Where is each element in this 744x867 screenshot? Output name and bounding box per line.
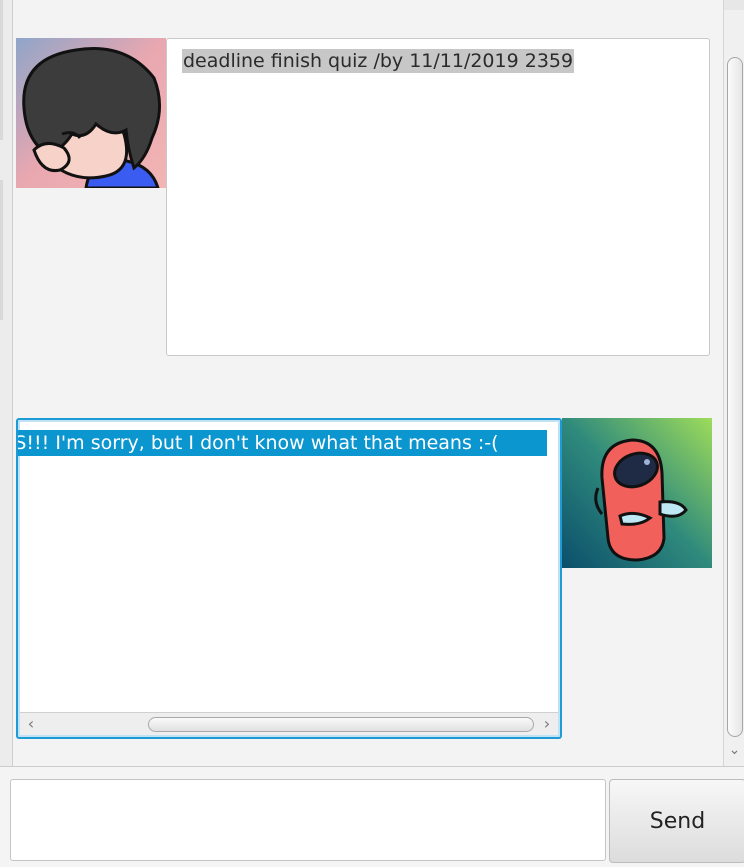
horizontal-scrollbar[interactable]: ‹ › [20, 712, 558, 735]
user-input-field[interactable] [10, 779, 606, 861]
duke-message-bubble[interactable]: OOPS!!! I'm sorry, but I don't know what… [16, 418, 562, 739]
user-message-bubble[interactable]: deadline finish quiz /by 11/11/2019 2359 [166, 38, 710, 356]
scroll-left-arrow-icon[interactable]: ‹ [20, 713, 42, 735]
user-message-text[interactable]: deadline finish quiz /by 11/11/2019 2359 [182, 49, 575, 73]
input-bar: Send [0, 766, 744, 867]
scroll-track-top [724, 0, 744, 10]
left-edge-mark [0, 180, 3, 320]
duke-avatar [562, 418, 712, 568]
scroll-right-arrow-icon[interactable]: › [536, 713, 558, 735]
duke-message-text-content: OOPS!!! I'm sorry, but I don't know what… [17, 432, 499, 454]
send-button[interactable]: Send [609, 779, 744, 863]
left-edge-mark [0, 0, 3, 140]
horizontal-scroll-thumb[interactable] [148, 717, 534, 732]
scroll-down-arrow-icon[interactable]: ⌄ [724, 742, 744, 758]
duke-message-text[interactable]: OOPS!!! I'm sorry, but I don't know what… [17, 430, 547, 456]
user-avatar [16, 38, 166, 188]
vertical-scrollbar[interactable]: ⌄ [723, 0, 744, 766]
vertical-scroll-thumb[interactable] [727, 57, 743, 737]
left-panel-edge [0, 0, 13, 766]
